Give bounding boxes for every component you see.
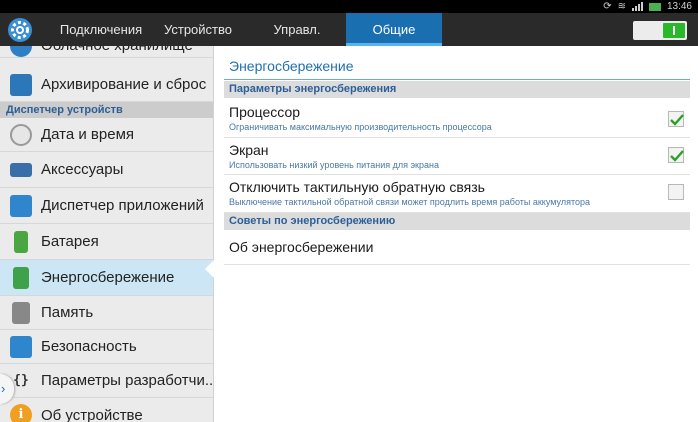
sidebar: Облачное хранилище Архивирование и сброс… bbox=[0, 46, 214, 422]
setting-row-about-power-saving[interactable]: Об энергосбережении bbox=[224, 230, 690, 265]
power-saving-toggle[interactable] bbox=[633, 21, 687, 40]
title-divider bbox=[224, 79, 690, 80]
sidebar-item-label: Аксессуары bbox=[41, 161, 124, 178]
sidebar-item-label: Дата и время bbox=[41, 126, 135, 143]
signal-icon bbox=[631, 2, 643, 11]
setting-subtitle: Выключение тактильной обратной связи мож… bbox=[229, 197, 590, 207]
status-time: 13:46 bbox=[666, 1, 692, 12]
screen-checkbox[interactable] bbox=[668, 147, 684, 163]
setting-subtitle: Использовать низкий уровень питания для … bbox=[229, 160, 439, 170]
backup-reset-icon bbox=[10, 73, 32, 96]
setting-title: Об энергосбережении bbox=[229, 239, 374, 255]
section-header-tips: Советы по энергосбережению bbox=[224, 213, 690, 230]
sd-card-icon bbox=[12, 301, 30, 324]
setting-title: Отключить тактильную обратную связь bbox=[229, 179, 485, 195]
check-icon bbox=[670, 150, 684, 162]
setting-row-haptic[interactable]: Отключить тактильную обратную связь Выкл… bbox=[224, 175, 690, 213]
section-header-params: Параметры энергосбережения bbox=[224, 81, 690, 98]
sidebar-item-accessories[interactable]: Аксессуары bbox=[0, 152, 213, 188]
sidebar-item-power-saving[interactable]: Энергосбережение bbox=[0, 260, 213, 296]
app-grid-icon bbox=[10, 194, 32, 217]
sidebar-item-backup-reset[interactable]: Архивирование и сброс bbox=[0, 68, 213, 102]
sidebar-item-label: Энергосбережение bbox=[41, 269, 175, 286]
cpu-checkbox[interactable] bbox=[668, 111, 684, 127]
sidebar-item-security[interactable]: Безопасность bbox=[0, 330, 213, 364]
page-title: Энергосбережение bbox=[229, 58, 354, 74]
sidebar-item-label: Память bbox=[41, 304, 94, 321]
haptic-checkbox[interactable] bbox=[668, 184, 684, 200]
sync-icon: ⟳ bbox=[603, 1, 612, 12]
sidebar-item-label: Параметры разработчи.. bbox=[41, 372, 214, 389]
check-icon bbox=[670, 114, 684, 126]
sidebar-item-label: Облачное хранилище bbox=[41, 46, 193, 54]
cloud-icon bbox=[10, 46, 32, 57]
sidebar-item-date-time[interactable]: Дата и время bbox=[0, 118, 213, 152]
action-bar: Подключения Устройство Управл. Общие bbox=[0, 13, 698, 46]
sidebar-item-about-device[interactable]: i Об устройстве bbox=[0, 398, 213, 422]
info-icon: i bbox=[10, 404, 32, 422]
status-bar: ⟳ ≋ 13:46 bbox=[0, 0, 698, 13]
sidebar-item-label: Диспетчер приложений bbox=[41, 197, 204, 214]
setting-subtitle: Ограничивать максимальную производительн… bbox=[229, 122, 492, 132]
status-icons: ⟳ ≋ 13:46 bbox=[603, 0, 692, 13]
setting-title: Процессор bbox=[229, 104, 301, 120]
sidebar-item-label: Об устройстве bbox=[41, 406, 143, 422]
settings-gear-icon[interactable] bbox=[6, 16, 34, 44]
clock-icon bbox=[10, 123, 32, 146]
sidebar-item-battery[interactable]: Батарея bbox=[0, 224, 213, 260]
setting-row-cpu[interactable]: Процессор Ограничивать максимальную прои… bbox=[224, 98, 690, 138]
sidebar-item-label: Безопасность bbox=[41, 338, 137, 355]
setting-row-screen[interactable]: Экран Использовать низкий уровень питани… bbox=[224, 138, 690, 175]
toggle-knob bbox=[663, 23, 685, 38]
tab-controls[interactable]: Управл. bbox=[252, 13, 342, 46]
battery-icon bbox=[14, 230, 28, 253]
power-saving-icon bbox=[13, 266, 29, 289]
sidebar-item-storage[interactable]: Память bbox=[0, 296, 213, 330]
lock-icon bbox=[10, 335, 32, 358]
setting-title: Экран bbox=[229, 142, 269, 158]
tab-device[interactable]: Устройство bbox=[158, 13, 238, 46]
tab-connections[interactable]: Подключения bbox=[46, 13, 156, 46]
accessory-icon bbox=[10, 162, 32, 177]
sidebar-item-app-manager[interactable]: Диспетчер приложений bbox=[0, 188, 213, 224]
sidebar-item-label: Батарея bbox=[41, 233, 99, 250]
sidebar-item-cloud[interactable]: Облачное хранилище bbox=[0, 46, 213, 58]
sidebar-section-header: Диспетчер устройств bbox=[0, 102, 213, 118]
wifi-icon: ≋ bbox=[617, 1, 626, 12]
sidebar-item-label: Архивирование и сброс bbox=[41, 76, 207, 93]
sidebar-item-developer-options[interactable]: {} Параметры разработчи.. bbox=[0, 364, 214, 398]
content-panel: Энергосбережение Параметры энергосбереже… bbox=[214, 46, 698, 422]
battery-icon bbox=[648, 2, 661, 11]
tab-general[interactable]: Общие bbox=[346, 13, 442, 46]
